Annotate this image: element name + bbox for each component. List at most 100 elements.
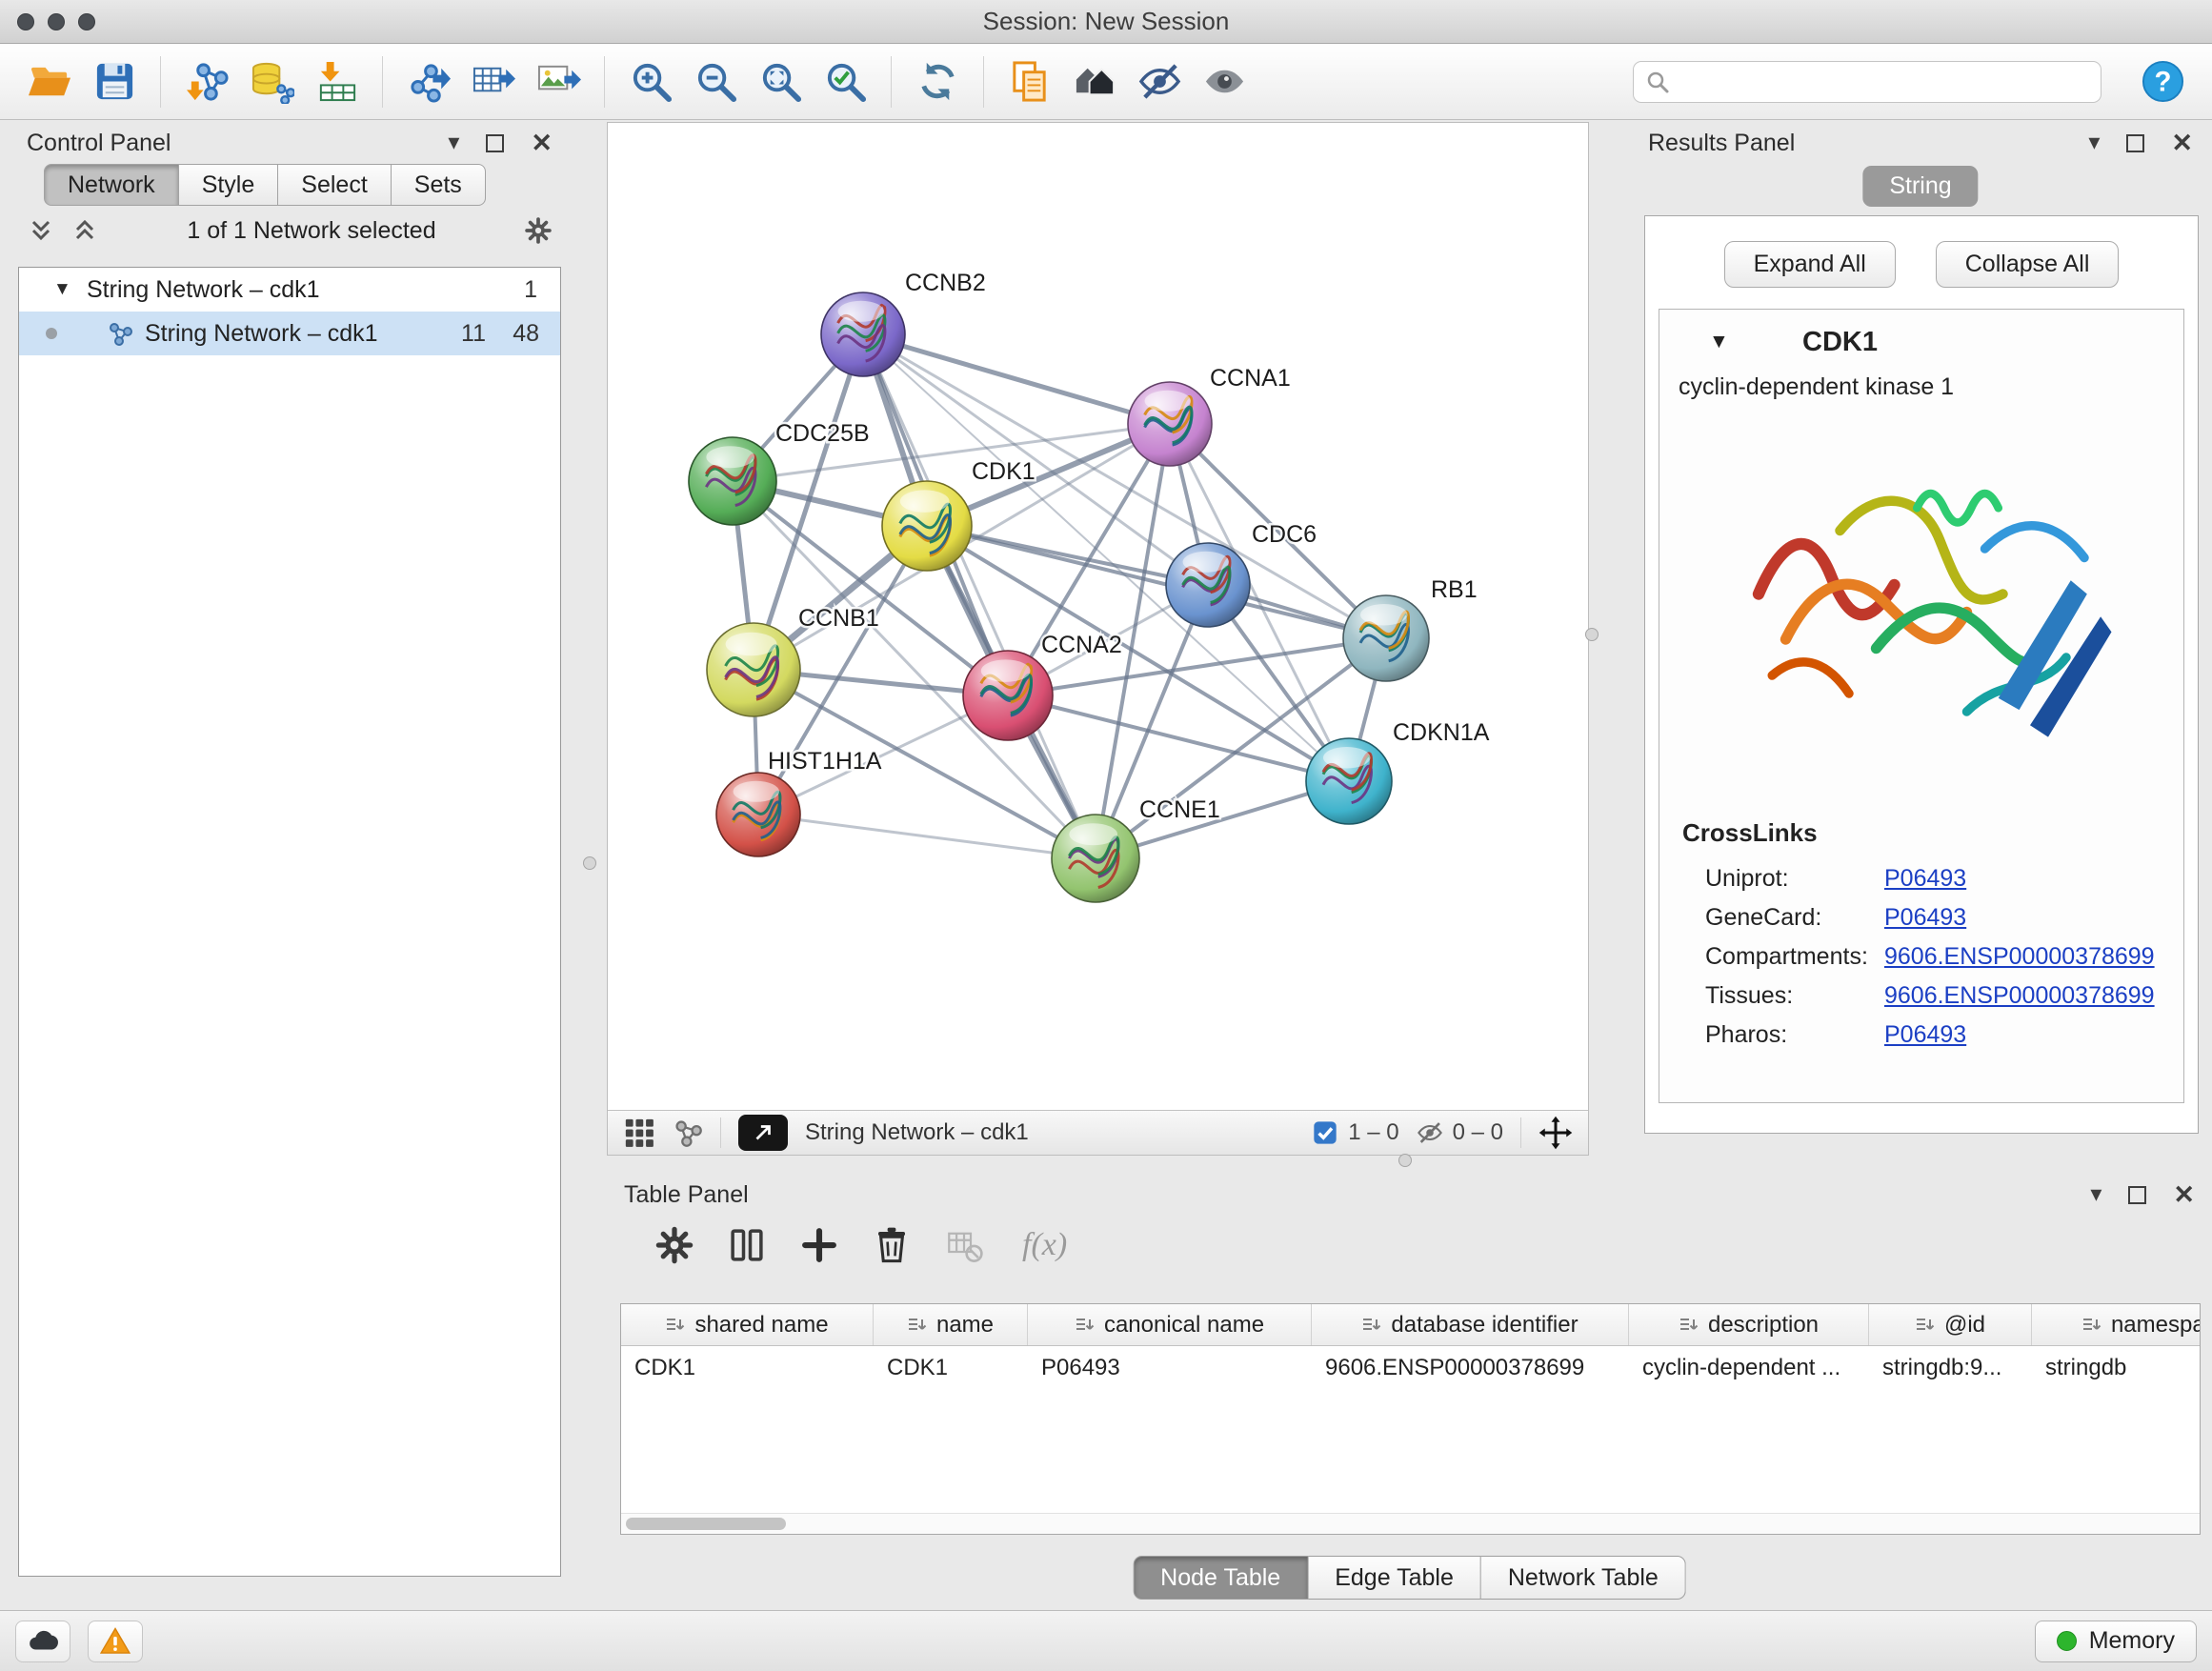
zoom-fit-button[interactable] xyxy=(752,53,809,111)
cloud-button[interactable] xyxy=(15,1621,70,1662)
refresh-view-button[interactable] xyxy=(909,53,966,111)
network-row-selected[interactable]: String Network – cdk1 11 48 xyxy=(19,312,560,355)
open-in-window-button[interactable] xyxy=(738,1115,788,1151)
cell-id[interactable]: stringdb:9... xyxy=(1869,1346,2032,1388)
node-CCNB1[interactable] xyxy=(707,623,800,716)
gene-section-header[interactable]: ▼ CDK1 xyxy=(1659,310,2183,368)
node-CCNA2[interactable] xyxy=(963,651,1053,740)
scrollbar-thumb[interactable] xyxy=(626,1518,786,1530)
show-columns-icon[interactable] xyxy=(727,1225,767,1265)
horizontal-scrollbar[interactable] xyxy=(621,1513,2200,1534)
document-copy-button[interactable] xyxy=(1001,53,1058,111)
panel-close-icon[interactable]: ✕ xyxy=(2171,131,2193,156)
window-zoom-button[interactable] xyxy=(78,13,95,30)
import-network-database-button[interactable] xyxy=(243,53,300,111)
export-table-button[interactable] xyxy=(465,53,522,111)
disclosure-triangle-icon[interactable]: ▼ xyxy=(1709,331,1729,353)
column-header-canonical-name[interactable]: canonical name xyxy=(1028,1304,1312,1345)
node-table[interactable]: shared name name canonical name database… xyxy=(620,1303,2201,1535)
tab-node-table[interactable]: Node Table xyxy=(1133,1556,1308,1600)
panel-menu-caret-icon[interactable]: ▾ xyxy=(448,131,459,154)
node-HIST1H1A[interactable] xyxy=(716,773,800,856)
warnings-button[interactable] xyxy=(88,1621,143,1662)
network-collection-row[interactable]: ▼ String Network – cdk1 1 xyxy=(19,268,560,312)
cell-shared-name[interactable]: CDK1 xyxy=(621,1346,874,1388)
cell-database-identifier[interactable]: 9606.ENSP00000378699 xyxy=(1312,1346,1629,1388)
edge-CCNB2-CCNE1[interactable] xyxy=(863,334,1096,858)
panel-float-icon[interactable] xyxy=(2128,1186,2146,1204)
node-CCNA1[interactable] xyxy=(1128,382,1212,466)
zoom-in-button[interactable] xyxy=(622,53,679,111)
table-settings-gear-icon[interactable] xyxy=(654,1225,694,1265)
tab-network-table[interactable]: Network Table xyxy=(1481,1556,1686,1600)
expand-all-chevrons-icon[interactable] xyxy=(70,216,99,245)
tab-edge-table[interactable]: Edge Table xyxy=(1308,1556,1481,1600)
column-header-database-identifier[interactable]: database identifier xyxy=(1312,1304,1629,1345)
node-RB1[interactable] xyxy=(1343,595,1429,681)
save-session-button[interactable] xyxy=(86,53,143,111)
panel-float-icon[interactable] xyxy=(486,134,504,152)
network-canvas[interactable]: CCNB2CCNA1CDC25BCDK1CDC6RB1CCNB1CCNA2CDK… xyxy=(608,123,1588,1110)
splitter-handle-right[interactable] xyxy=(1585,628,1599,641)
export-image-button[interactable] xyxy=(530,53,587,111)
function-builder-button[interactable]: f(x) xyxy=(1016,1227,1067,1263)
window-minimize-button[interactable] xyxy=(48,13,65,30)
edge-CDK1-RB1[interactable] xyxy=(927,526,1386,638)
cell-canonical-name[interactable]: P06493 xyxy=(1028,1346,1312,1388)
crosslink-uniprot-link[interactable]: P06493 xyxy=(1884,865,1966,893)
expand-all-button[interactable]: Expand All xyxy=(1724,241,1896,288)
node-CCNB2[interactable] xyxy=(821,292,905,376)
pan-move-icon[interactable] xyxy=(1538,1116,1573,1150)
collapse-all-chevrons-icon[interactable] xyxy=(27,216,55,245)
panel-float-icon[interactable] xyxy=(2126,134,2144,152)
column-header-description[interactable]: description xyxy=(1629,1304,1869,1345)
birds-eye-grid-icon[interactable] xyxy=(623,1117,655,1149)
checkbox-icon[interactable] xyxy=(1312,1119,1338,1146)
zoom-selected-button[interactable] xyxy=(816,53,874,111)
tab-network[interactable]: Network xyxy=(44,164,179,206)
crosslink-pharos-link[interactable]: P06493 xyxy=(1884,1021,1966,1049)
panel-menu-caret-icon[interactable]: ▾ xyxy=(2090,1183,2101,1206)
gear-icon[interactable] xyxy=(524,216,553,245)
memory-button[interactable]: Memory xyxy=(2035,1621,2197,1662)
network-overview-icon[interactable] xyxy=(673,1117,703,1148)
column-header-id[interactable]: @id xyxy=(1869,1304,2032,1345)
cell-description[interactable]: cyclin-dependent ... xyxy=(1629,1346,1869,1388)
delete-trash-icon[interactable] xyxy=(872,1225,912,1265)
tab-style[interactable]: Style xyxy=(179,164,279,206)
import-network-button[interactable] xyxy=(178,53,235,111)
tab-string[interactable]: String xyxy=(1862,166,1978,207)
network-view[interactable]: CCNB2CCNA1CDC25BCDK1CDC6RB1CCNB1CCNA2CDK… xyxy=(607,122,1589,1156)
panel-close-icon[interactable]: ✕ xyxy=(2173,1182,2195,1208)
help-button[interactable]: ? xyxy=(2134,53,2191,111)
column-header-name[interactable]: name xyxy=(874,1304,1028,1345)
search-input[interactable] xyxy=(1678,69,2089,95)
panel-close-icon[interactable]: ✕ xyxy=(531,131,553,156)
splitter-handle-bottom[interactable] xyxy=(1398,1154,1412,1167)
node-CDK1[interactable] xyxy=(882,481,972,571)
tab-sets[interactable]: Sets xyxy=(392,164,486,206)
node-CCNE1[interactable] xyxy=(1052,815,1139,902)
collapse-all-button[interactable]: Collapse All xyxy=(1936,241,2120,288)
edge-CCNB2-CCNA1[interactable] xyxy=(863,334,1170,424)
column-header-namespace[interactable]: namespace xyxy=(2032,1304,2201,1345)
crosslink-tissues-link[interactable]: 9606.ENSP00000378699 xyxy=(1884,982,2155,1010)
node-CDC25B[interactable] xyxy=(689,437,776,525)
hidden-eye-slash-icon[interactable] xyxy=(1417,1119,1443,1146)
open-session-button[interactable] xyxy=(21,53,78,111)
crosslink-genecard-link[interactable]: P06493 xyxy=(1884,904,1966,932)
column-header-shared-name[interactable]: shared name xyxy=(621,1304,874,1345)
search-box[interactable] xyxy=(1633,61,2101,103)
node-CDKN1A[interactable] xyxy=(1306,738,1392,824)
window-close-button[interactable] xyxy=(17,13,34,30)
add-column-plus-icon[interactable] xyxy=(799,1225,839,1265)
splitter-handle-left[interactable] xyxy=(583,856,596,870)
panel-menu-caret-icon[interactable]: ▾ xyxy=(2088,131,2100,154)
cell-name[interactable]: CDK1 xyxy=(874,1346,1028,1388)
import-table-button[interactable] xyxy=(308,53,365,111)
zoom-out-button[interactable] xyxy=(687,53,744,111)
home-button[interactable] xyxy=(1066,53,1123,111)
tab-select[interactable]: Select xyxy=(278,164,391,206)
hide-selected-button[interactable] xyxy=(1131,53,1188,111)
edge-CCNE1-HIST1H1A[interactable] xyxy=(758,815,1096,858)
